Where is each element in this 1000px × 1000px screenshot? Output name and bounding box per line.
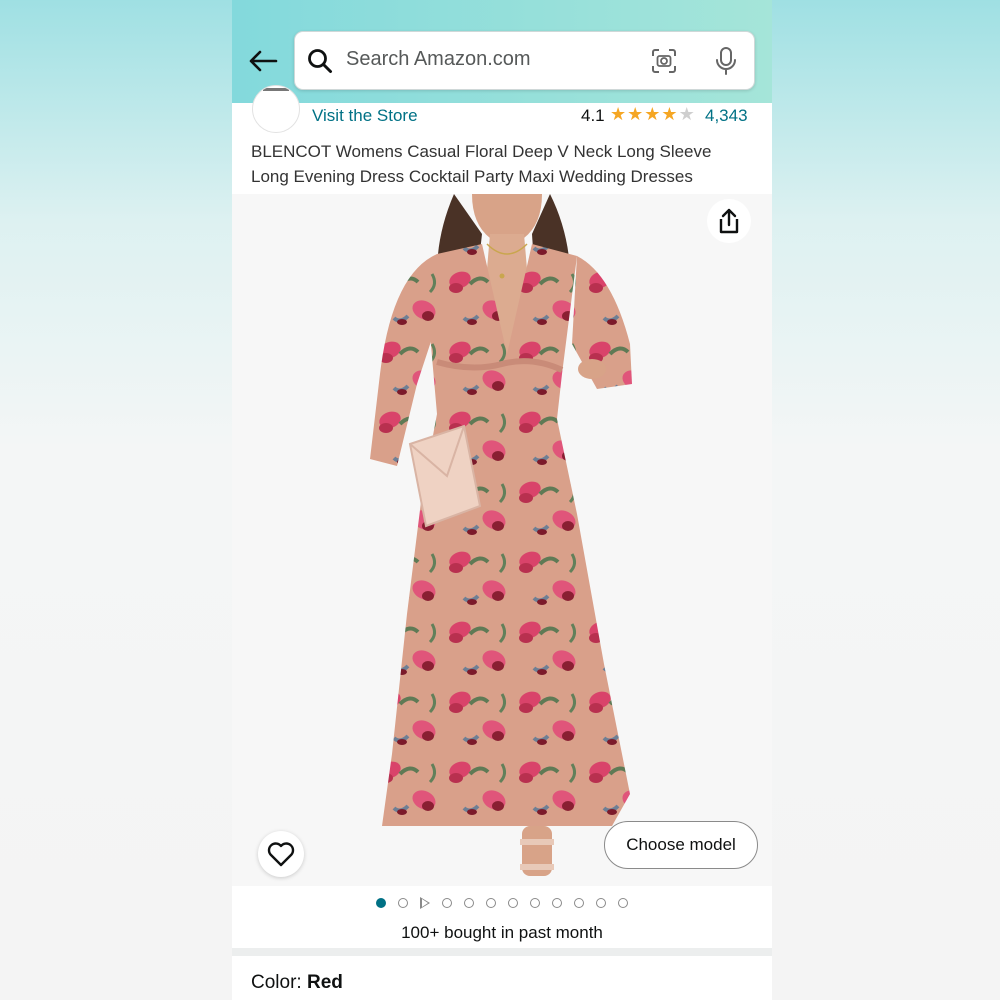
gallery-dot[interactable]	[442, 898, 452, 908]
gallery-pagination	[232, 886, 772, 920]
add-to-list-button[interactable]	[258, 831, 304, 877]
color-label: Color:	[251, 972, 307, 993]
choose-model-button[interactable]: Choose model	[604, 821, 758, 869]
star-icon: ★	[627, 104, 644, 125]
product-title: BLENCOT Womens Casual Floral Deep V Neck…	[251, 142, 712, 186]
star-icon: ★	[610, 104, 627, 125]
video-play-icon[interactable]	[420, 897, 430, 909]
gallery-dot[interactable]	[596, 898, 606, 908]
store-logo[interactable]	[252, 85, 300, 133]
star-icon: ★	[661, 104, 678, 125]
back-button[interactable]	[246, 44, 280, 78]
gallery-dot[interactable]	[486, 898, 496, 908]
color-selector-label: Color: Red	[251, 972, 343, 994]
gallery-dot[interactable]	[552, 898, 562, 908]
product-image-gallery[interactable]: Choose model	[232, 194, 772, 886]
color-value: Red	[306, 972, 343, 993]
share-icon	[719, 208, 739, 234]
product-photo[interactable]	[232, 194, 772, 886]
heart-icon	[267, 842, 295, 867]
camera-search-icon[interactable]	[650, 47, 678, 75]
microphone-icon[interactable]	[714, 46, 738, 76]
rating-stars[interactable]: ★ ★ ★ ★ ★	[610, 105, 695, 125]
rating-value: 4.1	[581, 106, 605, 125]
gallery-dot[interactable]	[398, 898, 408, 908]
store-rating-row: Visit the Store 4.1 ★ ★ ★ ★ ★ 4,343	[232, 85, 772, 135]
star-empty-icon: ★	[678, 104, 695, 125]
search-placeholder: Search Amazon.com	[346, 48, 531, 70]
gallery-dot[interactable]	[574, 898, 584, 908]
product-page: Search Amazon.com Visit the Store 4.1 ★ …	[232, 0, 772, 1000]
visit-store-link[interactable]: Visit the Store	[312, 106, 418, 126]
gallery-dot[interactable]	[530, 898, 540, 908]
gallery-dot[interactable]	[464, 898, 474, 908]
share-button[interactable]	[707, 199, 751, 243]
gallery-dot[interactable]	[508, 898, 518, 908]
search-input[interactable]: Search Amazon.com	[294, 31, 755, 90]
gallery-dot[interactable]	[376, 898, 386, 908]
search-icon	[308, 49, 332, 73]
gallery-dot[interactable]	[618, 898, 628, 908]
arrow-left-icon	[249, 50, 278, 72]
bought-past-month-text: 100+ bought in past month	[401, 923, 603, 942]
section-divider	[232, 948, 772, 956]
star-icon: ★	[644, 104, 661, 125]
review-count-link[interactable]: 4,343	[705, 106, 748, 126]
header-bar: Search Amazon.com	[232, 0, 772, 103]
